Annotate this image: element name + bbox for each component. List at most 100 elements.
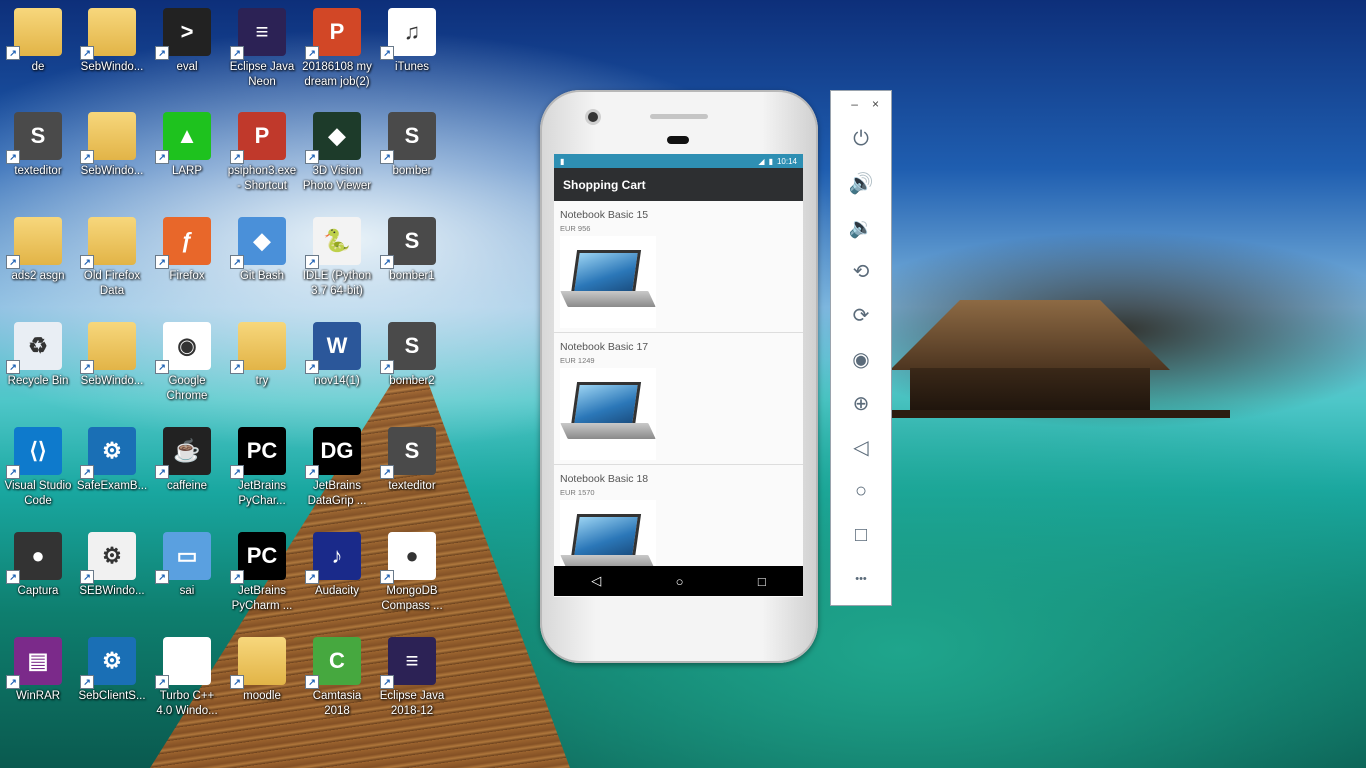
desktop-shortcut-label: JetBrains PyCharm ...: [231, 585, 293, 612]
desktop-shortcut[interactable]: DG ↗ JetBrains DataGrip ...: [299, 427, 375, 509]
product-item[interactable]: Notebook Basic 18 EUR 1570: [554, 465, 803, 566]
product-item[interactable]: Notebook Basic 15 EUR 956: [554, 201, 803, 333]
desktop-shortcut-label: nov14(1): [314, 375, 360, 387]
desktop-shortcut[interactable]: ♫ ↗ iTunes: [374, 8, 450, 75]
desktop-shortcut[interactable]: 🐍 ↗ IDLE (Python 3.7 64-bit): [299, 217, 375, 299]
shortcut-arrow-icon: ↗: [80, 255, 94, 269]
desktop-shortcut[interactable]: ▭ ↗ sai: [149, 532, 225, 599]
desktop-shortcut[interactable]: ⟨⟩ ↗ Visual Studio Code: [0, 427, 76, 509]
desktop-shortcut[interactable]: ● ↗ MongoDB Compass ...: [374, 532, 450, 614]
desktop-shortcut[interactable]: PC ↗ JetBrains PyChar...: [224, 427, 300, 509]
shortcut-arrow-icon: ↗: [6, 255, 20, 269]
shortcut-arrow-icon: ↗: [6, 570, 20, 584]
desktop-shortcut[interactable]: ↗ ads2 asgn: [0, 217, 76, 284]
desktop-shortcut[interactable]: ƒ ↗ Firefox: [149, 217, 225, 284]
shortcut-arrow-icon: ↗: [155, 570, 169, 584]
volume-up-icon[interactable]: 🔊: [831, 161, 891, 205]
desktop-shortcut[interactable]: ⚙ ↗ SebClientS...: [74, 637, 150, 704]
back-icon[interactable]: ◁: [831, 425, 891, 469]
desktop-shortcut-label: Eclipse Java 2018-12: [379, 690, 445, 717]
desktop-shortcut[interactable]: P ↗ 20186108 my dream job(2): [299, 8, 375, 90]
desktop-shortcut-label: moodle: [243, 690, 281, 702]
folder-icon: ↗: [230, 322, 286, 374]
desktop-shortcut[interactable]: ↗ SebWindo...: [74, 322, 150, 389]
minimize-button[interactable]: –: [851, 97, 858, 111]
desktop-shortcut[interactable]: ⚙ ↗ SafeExamB...: [74, 427, 150, 494]
desktop-shortcut[interactable]: S ↗ bomber1: [374, 217, 450, 284]
zoom-icon[interactable]: ⊕: [831, 381, 891, 425]
git-bash-icon: ◆ ↗: [230, 217, 286, 269]
shortcut-arrow-icon: ↗: [305, 570, 319, 584]
desktop-shortcut[interactable]: P ↗ psiphon3.exe - Shortcut: [224, 112, 300, 194]
desktop-shortcut[interactable]: ≡ ↗ Eclipse Java Neon: [224, 8, 300, 90]
overview-icon[interactable]: □: [831, 513, 891, 557]
desktop-shortcut[interactable]: S ↗ bomber: [374, 112, 450, 179]
product-name: Notebook Basic 15: [560, 209, 649, 221]
desktop-shortcut[interactable]: ▲ ↗ LARP: [149, 112, 225, 179]
desktop-shortcut[interactable]: ♻ ↗ Recycle Bin: [0, 322, 76, 389]
toolbar-window-controls: – ×: [831, 91, 891, 117]
shortcut-arrow-icon: ↗: [230, 150, 244, 164]
camera-icon[interactable]: ◉: [831, 337, 891, 381]
pycharm-icon: PC ↗: [230, 427, 286, 479]
shortcut-arrow-icon: ↗: [230, 360, 244, 374]
folder-icon: ↗: [6, 8, 62, 60]
desktop-shortcut[interactable]: S ↗ bomber2: [374, 322, 450, 389]
power-icon[interactable]: ⏻: [831, 117, 891, 161]
nav-back-button[interactable]: ◁: [591, 573, 601, 589]
shortcut-arrow-icon: ↗: [305, 46, 319, 60]
desktop-shortcut[interactable]: ▤ ↗ WinRAR: [0, 637, 76, 704]
shortcut-arrow-icon: ↗: [6, 675, 20, 689]
phone-screen[interactable]: ▮ ◢ ▮ 10:14 Shopping Cart Notebook Basic…: [554, 154, 803, 597]
desktop-shortcut-label: caffeine: [166, 480, 208, 492]
desktop-shortcut[interactable]: ↗ SebWindo...: [74, 112, 150, 179]
laptop-image: [560, 236, 656, 328]
desktop-shortcut[interactable]: ≡ ↗ Eclipse Java 2018-12: [374, 637, 450, 719]
desktop-shortcut-label: SebWindo...: [80, 165, 144, 177]
close-button[interactable]: ×: [872, 97, 879, 111]
shortcut-arrow-icon: ↗: [6, 46, 20, 60]
datagrip-icon: DG ↗: [305, 427, 361, 479]
shortcut-arrow-icon: ↗: [305, 360, 319, 374]
desktop-shortcut[interactable]: ↗ Old Firefox Data: [74, 217, 150, 299]
desktop-shortcut[interactable]: W ↗ nov14(1): [299, 322, 375, 389]
desktop-shortcut[interactable]: ◉ ↗ Google Chrome: [149, 322, 225, 404]
desktop-shortcut[interactable]: S ↗ texteditor: [0, 112, 76, 179]
home-icon[interactable]: ○: [831, 469, 891, 513]
desktop-shortcut[interactable]: ♪ ↗ Audacity: [299, 532, 375, 599]
more-icon[interactable]: •••: [831, 557, 891, 601]
desktop-shortcut[interactable]: > ↗ eval: [149, 8, 225, 75]
desktop-shortcut[interactable]: ⚙ ↗ SEBWindo...: [74, 532, 150, 599]
folder-icon: ↗: [80, 217, 136, 269]
desktop-shortcut-label: SEBWindo...: [79, 585, 145, 597]
nav-home-button[interactable]: ○: [676, 574, 684, 589]
desktop-shortcut[interactable]: ● ↗ Captura: [0, 532, 76, 599]
product-list[interactable]: Notebook Basic 15 EUR 956 Notebook Basic 1…: [554, 201, 803, 566]
desktop-shortcut[interactable]: C ↗ Camtasia 2018: [299, 637, 375, 719]
battery-icon: ▮: [768, 156, 773, 166]
desktop-shortcut[interactable]: ↗ moodle: [224, 637, 300, 704]
desktop-shortcut[interactable]: ↗ de: [0, 8, 76, 75]
desktop-shortcut[interactable]: ↗ Turbo C++ 4.0 Windo...: [149, 637, 225, 719]
desktop-shortcut[interactable]: ◆ ↗ 3D Vision Photo Viewer: [299, 112, 375, 194]
rotate-left-icon[interactable]: ⟲: [831, 249, 891, 293]
shortcut-arrow-icon: ↗: [80, 46, 94, 60]
desktop-shortcut[interactable]: ↗ try: [224, 322, 300, 389]
desktop-shortcut[interactable]: ☕ ↗ caffeine: [149, 427, 225, 494]
product-item[interactable]: Notebook Basic 17 EUR 1249: [554, 333, 803, 465]
sublime-text-icon: S ↗: [380, 322, 436, 374]
desktop-shortcut[interactable]: S ↗ texteditor: [374, 427, 450, 494]
desktop-shortcut-label: try: [255, 375, 269, 387]
desktop-shortcut[interactable]: ↗ SebWindo...: [74, 8, 150, 75]
desktop-shortcut-label: SebWindo...: [80, 61, 144, 73]
status-time: 10:14: [776, 156, 797, 166]
rotate-right-icon[interactable]: ⟳: [831, 293, 891, 337]
shortcut-arrow-icon: ↗: [155, 255, 169, 269]
desktop-shortcut[interactable]: PC ↗ JetBrains PyCharm ...: [224, 532, 300, 614]
shortcut-arrow-icon: ↗: [305, 150, 319, 164]
folder-icon: ↗: [80, 322, 136, 374]
volume-down-icon[interactable]: 🔉: [831, 205, 891, 249]
desktop-shortcut-label: Git Bash: [239, 270, 285, 282]
nav-recents-button[interactable]: □: [758, 574, 766, 589]
desktop-shortcut[interactable]: ◆ ↗ Git Bash: [224, 217, 300, 284]
